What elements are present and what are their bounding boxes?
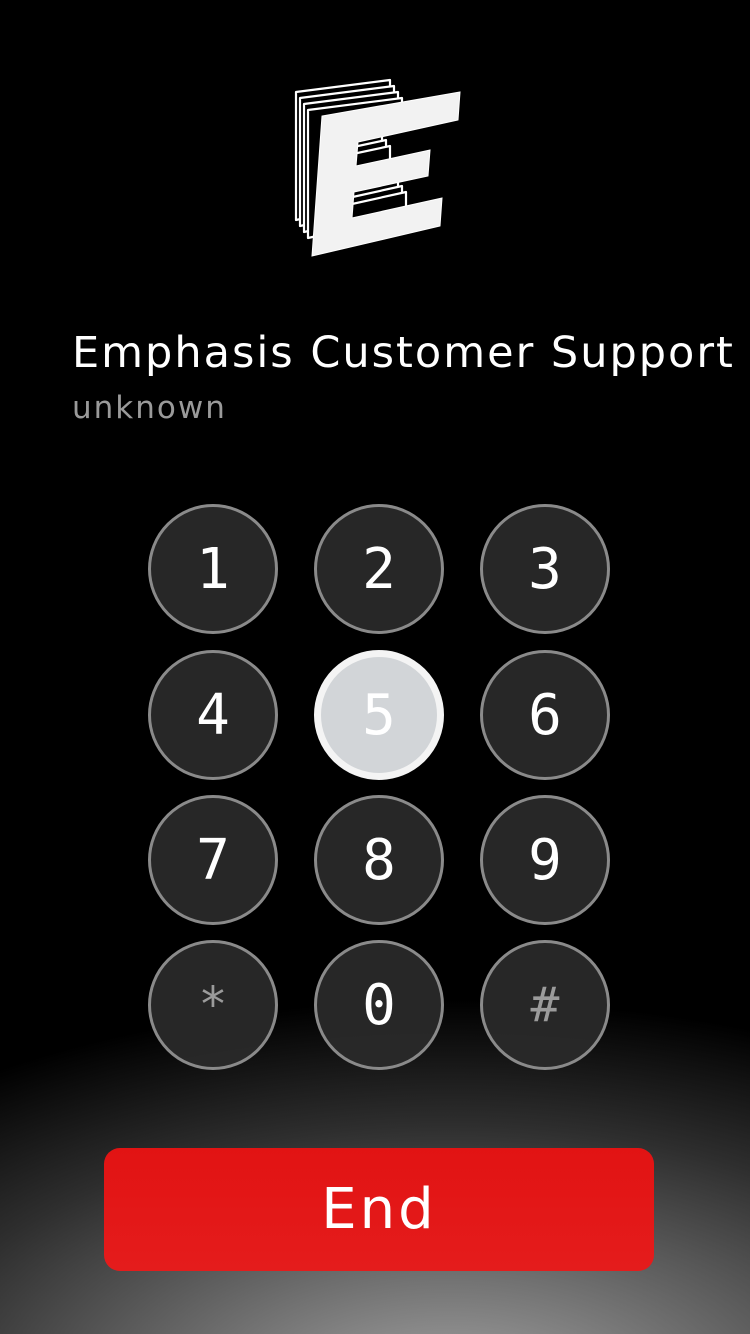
key-7[interactable]: 7 [148,795,278,925]
key-4[interactable]: 4 [148,650,278,780]
emphasis-e-logo-icon [294,78,461,257]
key-0[interactable]: 0 [314,940,444,1070]
key-hash[interactable]: # [480,940,610,1070]
end-call-button[interactable]: End [104,1148,654,1271]
key-3[interactable]: 3 [480,504,610,634]
dial-keypad: 1 2 3 4 5 6 7 8 9 * 0 # [148,504,610,1070]
key-star[interactable]: * [148,940,278,1070]
caller-status: unknown [72,390,227,426]
key-9[interactable]: 9 [480,795,610,925]
key-6[interactable]: 6 [480,650,610,780]
key-1[interactable]: 1 [148,504,278,634]
key-2[interactable]: 2 [314,504,444,634]
key-5[interactable]: 5 [314,650,444,780]
caller-name: Emphasis Customer Support [72,328,735,378]
key-8[interactable]: 8 [314,795,444,925]
